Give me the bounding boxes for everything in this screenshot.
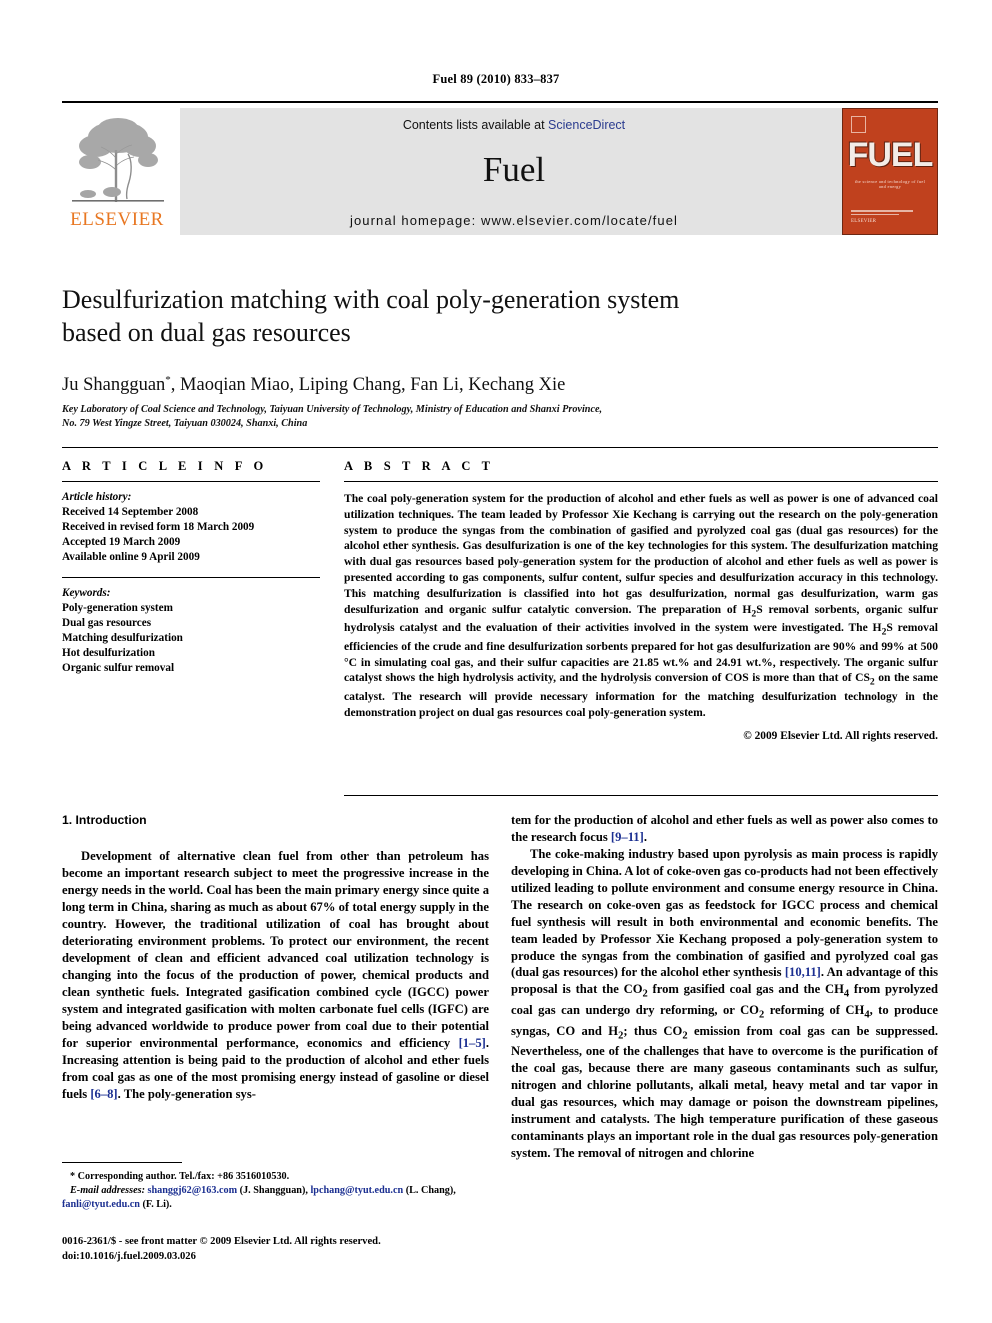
article-history-block: Article history: Received 14 September 2… [62,490,320,564]
info-top-rule [62,447,938,448]
abstract-copyright: © 2009 Elsevier Ltd. All rights reserved… [743,730,938,743]
paragraph-intro-1: Development of alternative clean fuel fr… [62,848,489,1102]
history-item: Received in revised form 18 March 2009 [62,520,255,533]
keyword-item: Dual gas resources [62,617,152,630]
abstract-heading: A B S T R A C T [344,459,495,473]
abstract-text: The coal poly-generation system for the … [344,492,938,719]
journal-title: Fuel [482,150,546,189]
elsevier-wordmark: ELSEVIER [70,209,164,230]
history-item: Received 14 September 2008 [62,505,199,518]
email-link-1[interactable]: shanggj62@163.com [148,1185,238,1196]
footnote-block: * Corresponding author. Tel./fax: +86 35… [62,1162,489,1211]
paragraph-coke-industry: The coke-making industry based upon pyro… [511,846,938,1160]
contents-available-line: Contents lists available at ScienceDirec… [180,118,848,132]
email-link-2[interactable]: lpchang@tyut.edu.cn [310,1185,403,1196]
citation-10-11[interactable]: [10,11] [785,965,821,979]
continued-text-end: . [643,829,647,844]
citation-1-5[interactable]: [1–5] [459,1036,486,1050]
affiliation: Key Laboratory of Coal Science and Techn… [62,403,762,432]
masthead-center-panel: Contents lists available at ScienceDirec… [180,108,848,235]
doi-line[interactable]: doi:10.1016/j.fuel.2009.03.026 [62,1249,532,1264]
keyword-item: Organic sulfur removal [62,661,175,674]
citation-9-11[interactable]: [9–11] [611,830,644,844]
body-column-left: 1. Introduction Development of alternati… [62,812,489,1102]
abstract-rule [344,481,938,482]
keywords-label: Keywords: [62,587,111,600]
paragraph-continued: tem for the production of alcohol and et… [511,812,938,846]
history-item: Accepted 19 March 2009 [62,535,181,548]
affiliation-line-1: Key Laboratory of Coal Science and Techn… [62,404,603,415]
keyword-item: Poly-generation system [62,602,173,615]
cover-tagline: the science and technology of fuel and e… [854,179,926,189]
authors-remaining: , Maoqian Miao, Liping Chang, Fan Li, Ke… [170,375,566,396]
keywords-separator-rule [62,577,320,579]
keyword-item: Matching desulfurization [62,632,183,645]
running-head: Fuel 89 (2010) 833–837 [432,72,560,86]
email-owner-1: (J. Shangguan), [237,1184,311,1196]
elsevier-tree-icon [66,110,170,208]
cover-elsevier-icon [851,116,866,133]
keyword-item: Hot desulfurization [62,647,155,660]
contents-prefix: Contents lists available at [402,118,549,132]
email-link-3[interactable]: fanli@tyut.edu.cn [62,1199,140,1210]
cover-title-text: FUEL [847,136,934,174]
email-addresses-note: E-mail addresses: shanggj62@163.com (J. … [62,1184,489,1212]
body-column-right: tem for the production of alcohol and et… [511,812,938,1162]
journal-homepage-link[interactable]: journal homepage: www.elsevier.com/locat… [180,213,848,228]
corresponding-author-text: Corresponding author. Tel./fax: +86 3516… [77,1171,290,1182]
page-title: Desulfurization matching with coal poly-… [62,284,762,350]
continued-text: tem for the production of alcohol and et… [511,813,938,844]
corresponding-author-note: * Corresponding author. Tel./fax: +86 35… [70,1171,290,1182]
article-info-column: A R T I C L E I N F O Article history: R… [62,459,320,676]
email-label: E-mail addresses: [70,1184,145,1196]
cover-footer: ELSEVIER [851,210,913,224]
journal-cover-thumbnail: FUEL the science and technology of fuel … [842,108,938,235]
citation-6-8[interactable]: [6–8] [90,1087,117,1101]
email-owner-3: (F. Li). [139,1198,172,1210]
paper-page: Fuel 89 (2010) 833–837 ELSEVIER Contents… [0,0,992,1323]
affiliation-line-2: No. 79 West Yingze Street, Taiyuan 03002… [62,418,308,430]
article-info-heading: A R T I C L E I N F O [62,459,268,473]
intro-text-part-3: . The poly-generation sys- [117,1086,256,1101]
section-heading-introduction: 1. Introduction [62,813,147,827]
imprint-block: 0016-2361/$ - see front matter © 2009 El… [62,1234,532,1264]
sciencedirect-link[interactable]: ScienceDirect [548,118,625,132]
intro-text-part-1: Development of alternative clean fuel fr… [62,849,489,1050]
keywords-block: Keywords: Poly-generation system Dual ga… [62,586,320,675]
abstract-column: A B S T R A C T The coal poly-generation… [344,459,938,742]
abstract-bottom-rule [344,795,938,796]
email-owner-2: (L. Chang), [403,1184,456,1196]
history-item: Available online 9 April 2009 [62,550,200,563]
masthead-top-rule [62,101,938,103]
footnote-rule [62,1162,182,1163]
author-first: Ju Shangguan [62,375,166,396]
issn-line: 0016-2361/$ - see front matter © 2009 El… [62,1236,381,1247]
article-info-rule [62,481,320,482]
title-line-1: Desulfurization matching with coal poly-… [62,285,680,314]
cover-publisher-text: ELSEVIER [851,219,877,224]
elsevier-logo: ELSEVIER [62,108,172,235]
journal-masthead: ELSEVIER Contents lists available at Sci… [62,101,938,236]
author-list: Ju Shangguan*, Maoqian Miao, Liping Chan… [62,374,882,396]
title-line-2: based on dual gas resources [62,317,351,347]
article-history-label: Article history: [62,491,132,503]
